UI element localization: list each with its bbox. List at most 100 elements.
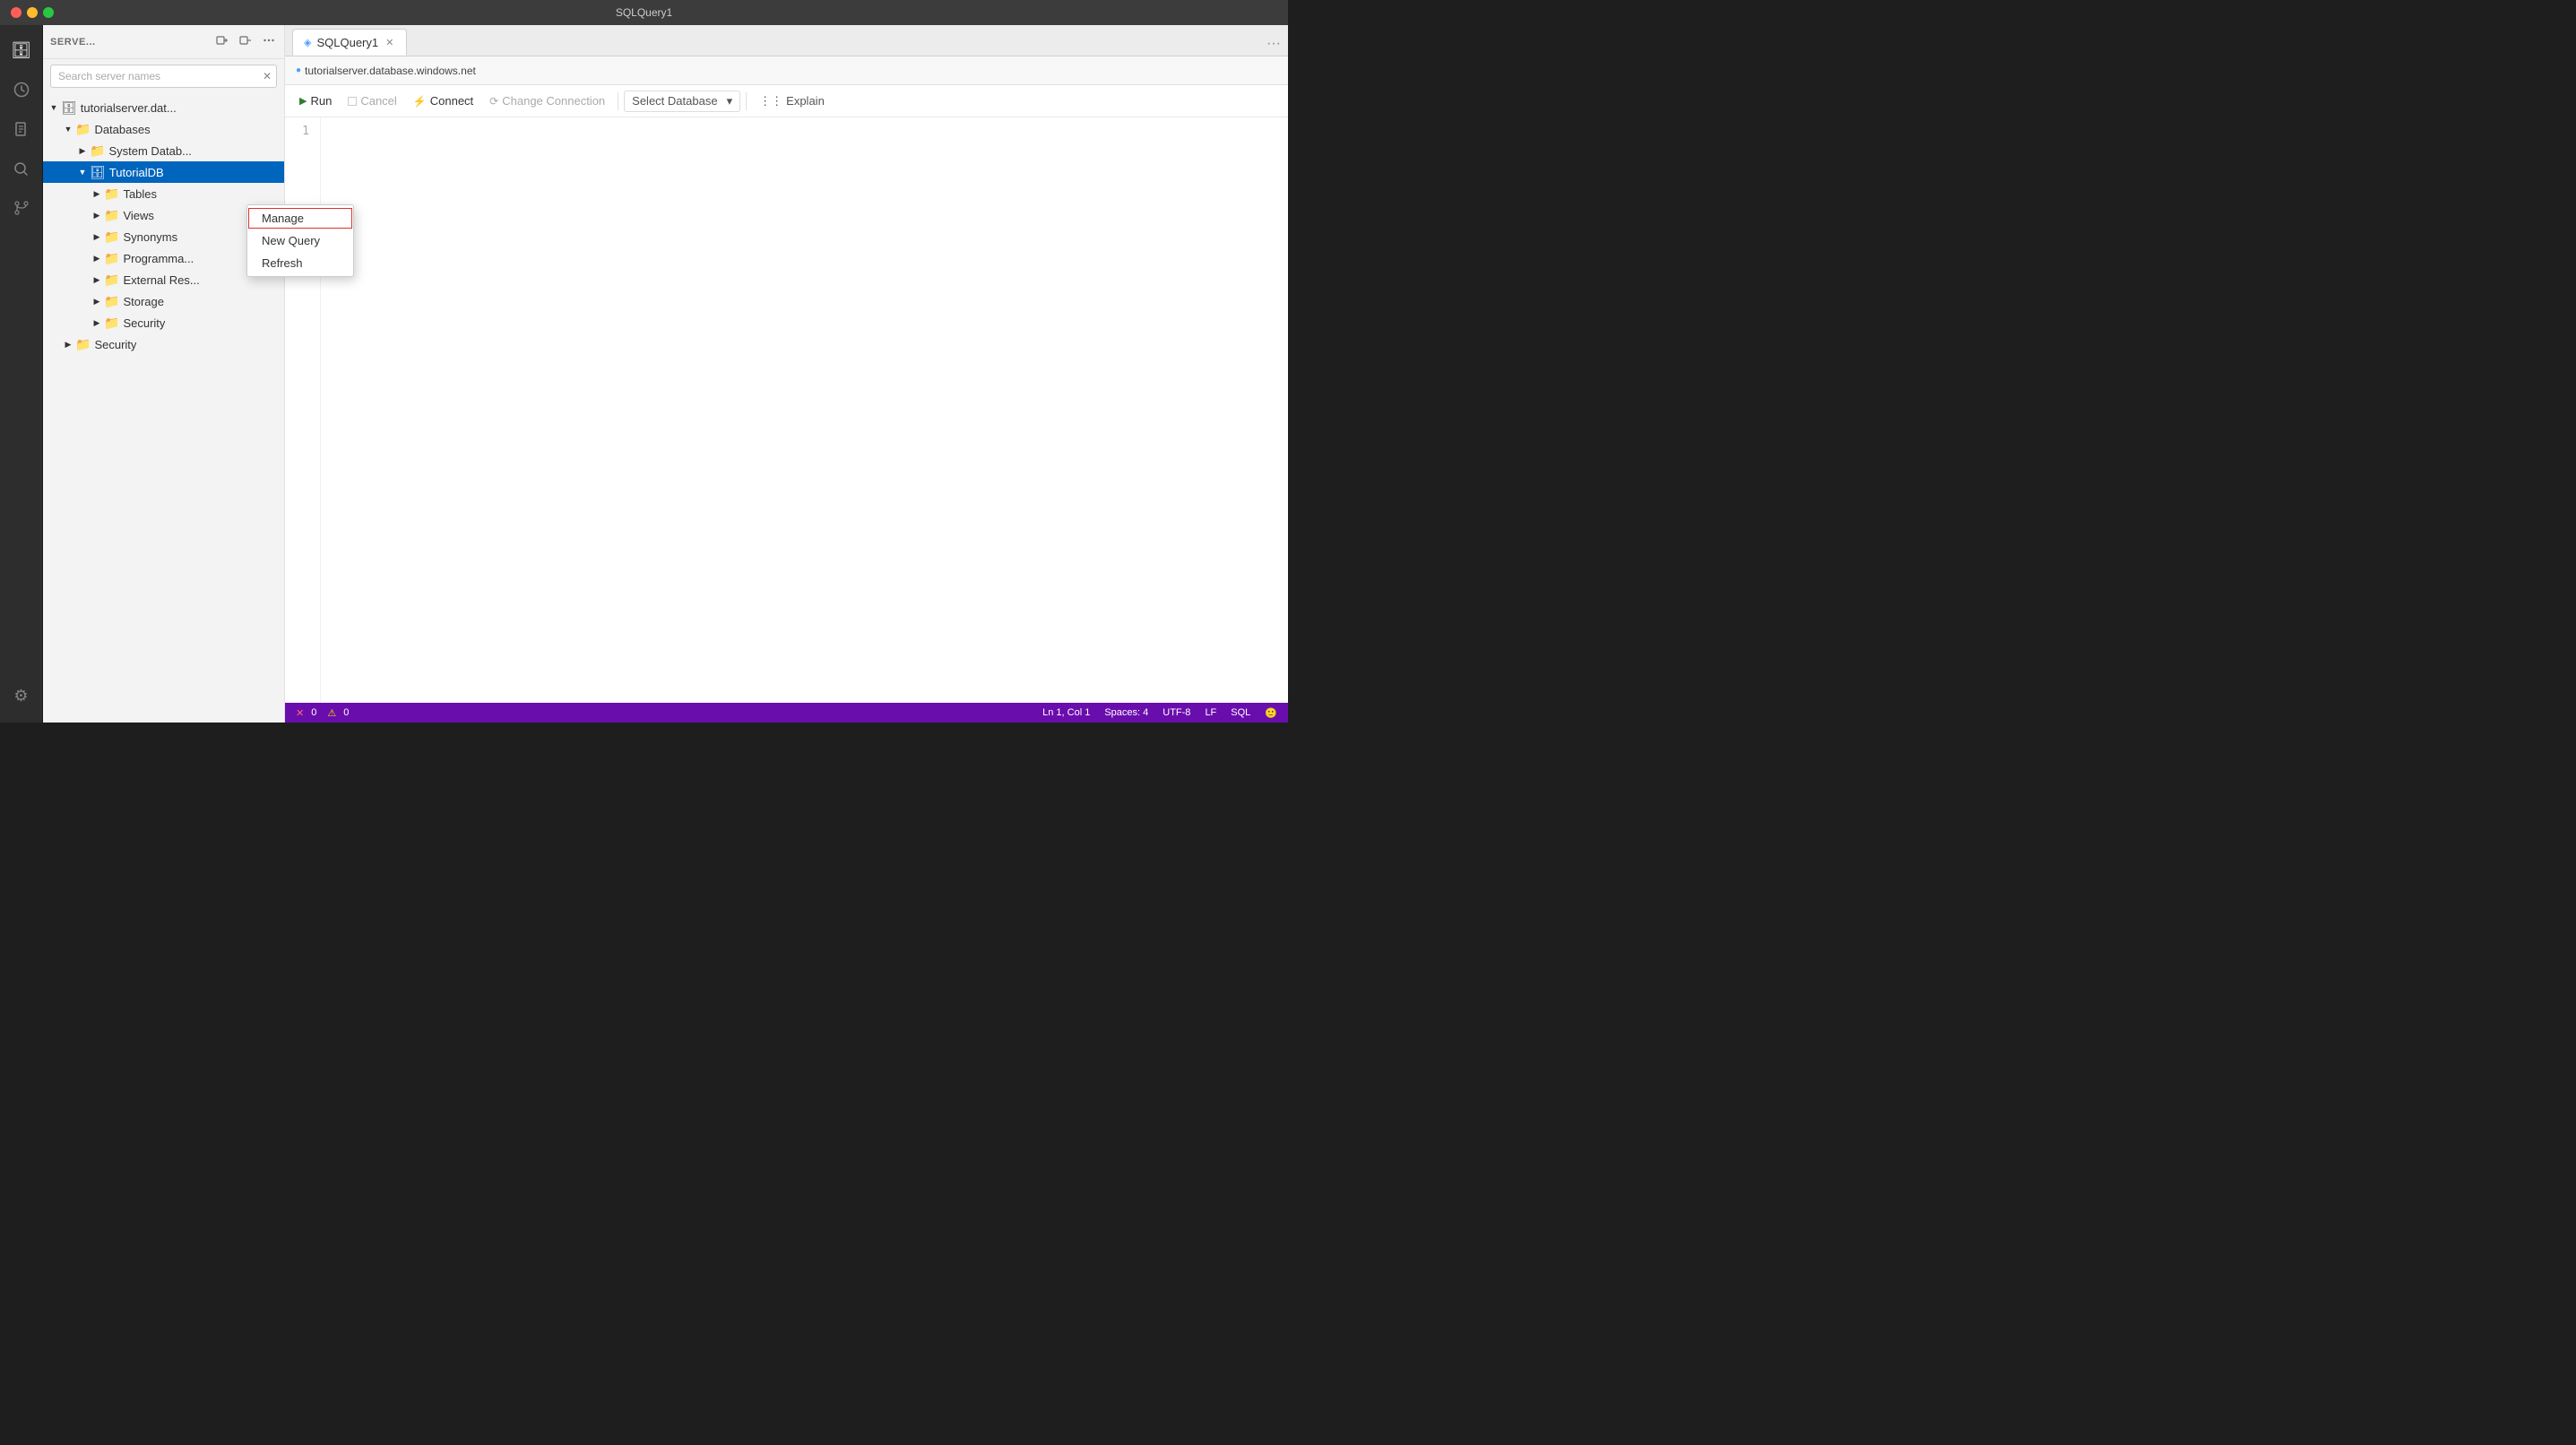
title-bar: SQLQuery1 [0, 0, 1288, 25]
change-connection-button[interactable]: ⟳ Change Connection [482, 91, 612, 111]
server-db-icon: 🗄 [61, 100, 77, 116]
chevron-right-icon: ▶ [90, 186, 104, 201]
activity-item-settings[interactable]: ⚙ [4, 683, 39, 719]
tab-sqlquery1[interactable]: ◈ SQLQuery1 ✕ [292, 29, 407, 56]
line-ending-indicator[interactable]: LF [1205, 707, 1216, 718]
chevron-down-icon: ▼ [47, 100, 61, 115]
context-menu-item-manage[interactable]: Manage [247, 207, 353, 229]
chevron-right-icon: ▶ [75, 143, 90, 158]
connection-server-name: tutorialserver.database.windows.net [305, 65, 476, 77]
sidebar-header-icons [214, 32, 277, 51]
folder-icon: 📁 [104, 251, 119, 266]
maximize-button[interactable] [43, 7, 54, 18]
cursor-position[interactable]: Ln 1, Col 1 [1042, 707, 1090, 718]
run-button[interactable]: ▶ Run [292, 91, 339, 111]
context-menu-item-refresh[interactable]: Refresh [247, 252, 353, 274]
search-box: ✕ [50, 65, 277, 88]
tree-item-server[interactable]: ▼ 🗄 tutorialserver.dat... [43, 97, 284, 118]
connect-label: Connect [430, 94, 473, 108]
explain-button[interactable]: ⋮⋮ Explain [752, 91, 832, 112]
encoding-indicator[interactable]: UTF-8 [1163, 707, 1190, 718]
settings-dots-icon[interactable] [261, 32, 277, 51]
connection-dot-icon: ● [296, 65, 301, 75]
cancel-button[interactable]: Cancel [341, 91, 403, 111]
tree-item-tables[interactable]: ▶ 📁 Tables [43, 183, 284, 204]
tree-label-tables: Tables [123, 187, 157, 201]
tree-item-storage[interactable]: ▶ 📁 Storage [43, 290, 284, 312]
search-input[interactable] [50, 65, 277, 88]
tree-item-tutorialdb[interactable]: ▼ 🗄 TutorialDB [43, 161, 284, 183]
tab-close-button[interactable]: ✕ [384, 35, 395, 50]
chevron-down-icon: ▼ [75, 165, 90, 179]
tab-icon: ◈ [304, 37, 311, 48]
status-bar: ✕ 0 ⚠ 0 Ln 1, Col 1 Spaces: 4 UTF-8 LF S… [285, 703, 1288, 722]
connection-bar: ● tutorialserver.database.windows.net [285, 56, 1288, 85]
tree-item-databases[interactable]: ▼ 📁 Databases [43, 118, 284, 140]
tree-item-security-top[interactable]: ▶ 📁 Security [43, 333, 284, 355]
chevron-right-icon: ▶ [90, 294, 104, 308]
activity-bar: 🗄 [0, 25, 43, 722]
tree-item-security-db[interactable]: ▶ 📁 Security [43, 312, 284, 333]
smiley-icon: 🙂 [1265, 707, 1277, 719]
connect-icon: ⚡ [413, 95, 427, 108]
close-button[interactable] [11, 7, 22, 18]
sidebar-header-title: SERVE... [50, 37, 209, 48]
activity-item-servers[interactable]: 🗄 [4, 32, 39, 68]
toolbar: ▶ Run Cancel ⚡ Connect ⟳ Change Connecti… [285, 85, 1288, 117]
tree-label-databases: Databases [94, 123, 150, 136]
select-database-dropdown[interactable]: Select Database ▾ [624, 91, 740, 112]
run-icon: ▶ [299, 95, 307, 107]
status-left: ✕ 0 ⚠ 0 [296, 707, 349, 719]
editor-content[interactable] [321, 117, 1288, 703]
folder-icon: 📁 [104, 208, 119, 223]
chevron-right-icon: ▶ [61, 337, 75, 351]
activity-item-git[interactable] [4, 190, 39, 226]
tab-bar: ◈ SQLQuery1 ✕ ··· [285, 25, 1288, 56]
folder-icon: 📁 [104, 273, 119, 288]
tree-label-systemdb: System Datab... [108, 144, 191, 158]
change-connection-label: Change Connection [502, 94, 605, 108]
search-clear-icon[interactable]: ✕ [263, 70, 272, 82]
tree-label-external: External Res... [123, 273, 199, 287]
disconnect-icon[interactable] [238, 32, 254, 51]
folder-icon: 📁 [75, 337, 91, 352]
tree-label-synonyms: Synonyms [123, 230, 177, 244]
folder-icon: 📁 [75, 122, 91, 137]
chevron-right-icon: ▶ [90, 273, 104, 287]
app-container: 🗄 [0, 25, 1288, 722]
explain-icon: ⋮⋮ [759, 94, 782, 108]
activity-item-search[interactable] [4, 151, 39, 186]
chevron-right-icon: ▶ [90, 251, 104, 265]
window-title: SQLQuery1 [616, 6, 672, 19]
cancel-label: Cancel [360, 94, 396, 108]
new-connection-icon[interactable] [214, 32, 230, 51]
error-icon: ✕ [296, 707, 304, 719]
activity-item-history[interactable] [4, 72, 39, 108]
editor-area: 1 [285, 117, 1288, 703]
change-connection-icon: ⟳ [489, 95, 498, 108]
tree-label-security-top: Security [94, 338, 136, 351]
context-menu-item-new-query[interactable]: New Query [247, 229, 353, 252]
connect-button[interactable]: ⚡ Connect [406, 91, 480, 111]
activity-item-new-file[interactable] [4, 111, 39, 147]
explain-label: Explain [786, 94, 825, 108]
chevron-right-icon: ▶ [90, 208, 104, 222]
status-right: Ln 1, Col 1 Spaces: 4 UTF-8 LF SQL 🙂 [1042, 707, 1277, 719]
tree-label-storage: Storage [123, 295, 164, 308]
toolbar-divider-2 [746, 92, 747, 110]
cancel-icon [348, 97, 357, 106]
minimize-button[interactable] [27, 7, 38, 18]
language-indicator[interactable]: SQL [1231, 707, 1250, 718]
dropdown-chevron-icon: ▾ [727, 94, 733, 108]
sidebar-header: SERVE... [43, 25, 284, 59]
folder-icon: 📁 [90, 143, 105, 159]
tree-container: ▼ 🗄 tutorialserver.dat... ▼ 📁 Databases … [43, 93, 284, 722]
warning-count: 0 [343, 707, 349, 718]
tab-more-button[interactable]: ··· [1266, 36, 1281, 56]
spaces-indicator[interactable]: Spaces: 4 [1104, 707, 1148, 718]
folder-icon: 📁 [104, 316, 119, 331]
folder-icon: 📁 [104, 294, 119, 309]
window-controls [11, 7, 54, 18]
tree-item-systemdb[interactable]: ▶ 📁 System Datab... [43, 140, 284, 161]
tree-label-views: Views [123, 209, 153, 222]
